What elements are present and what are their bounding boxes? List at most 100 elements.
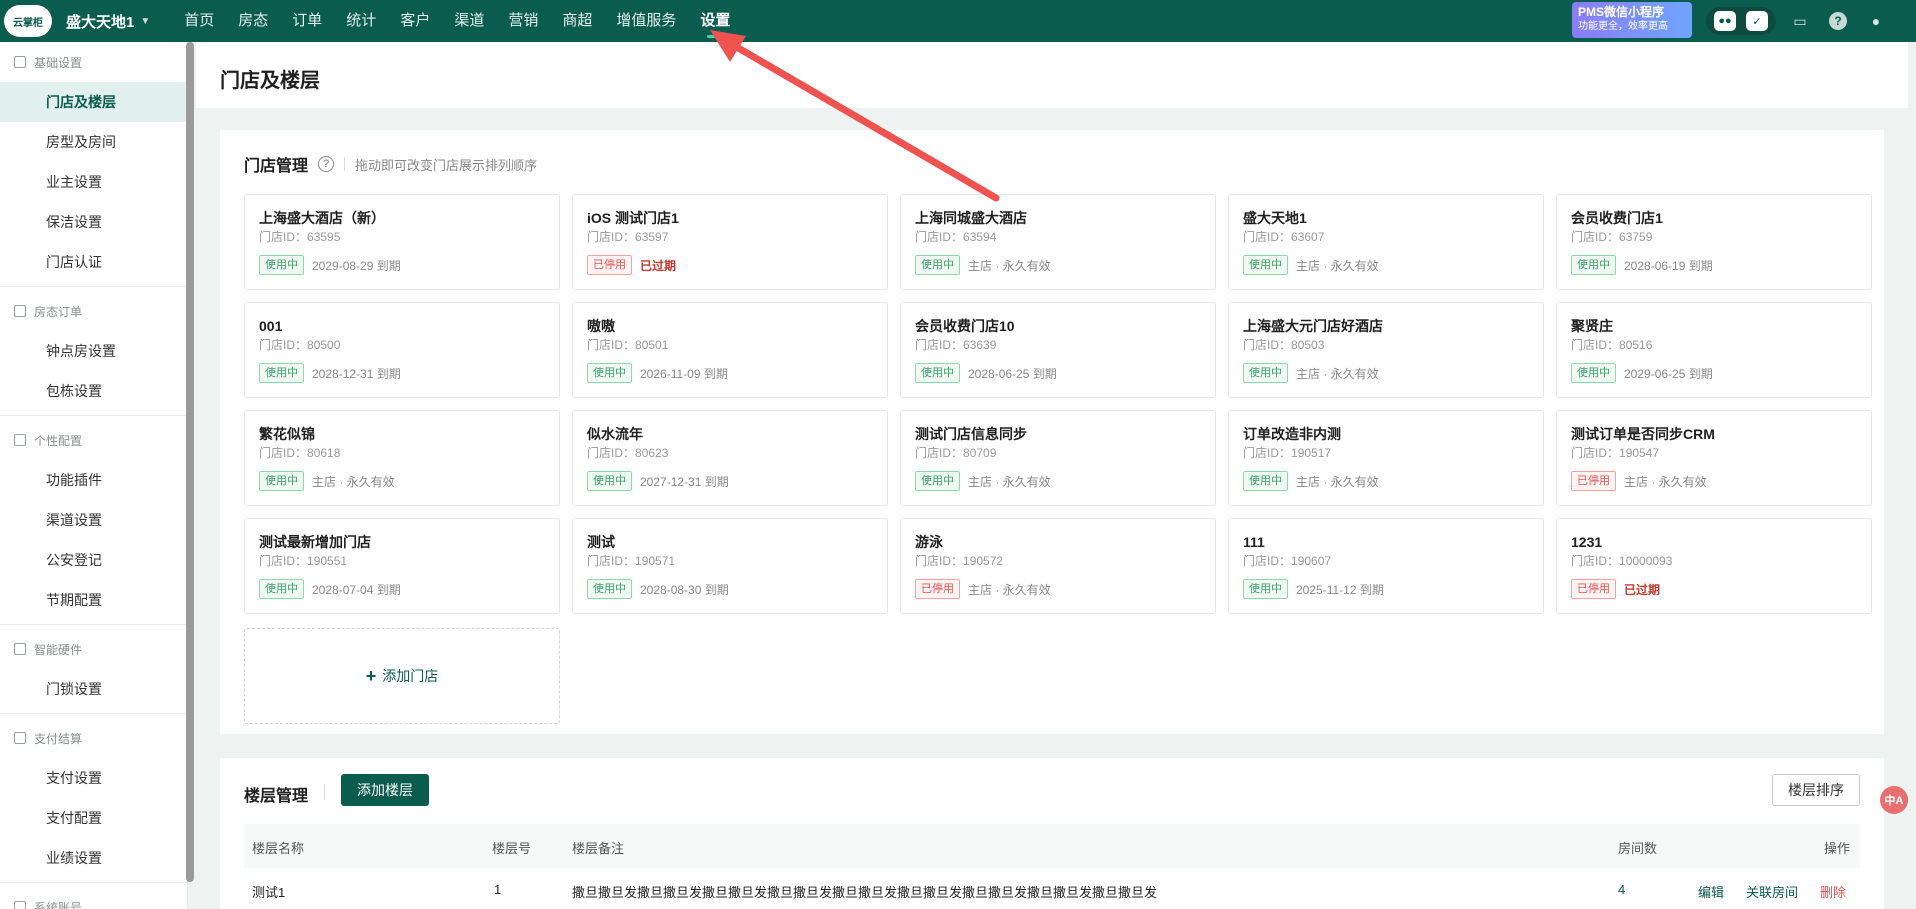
sidebar-item[interactable]: 公安登记 bbox=[0, 540, 187, 580]
sidebar-item[interactable]: 业主设置 bbox=[0, 162, 187, 202]
nav-item-9[interactable]: 设置 bbox=[688, 0, 742, 42]
sidebar-item[interactable]: 门店及楼层 bbox=[0, 82, 187, 122]
checklist-icon[interactable]: ✓ bbox=[1746, 11, 1768, 31]
store-card[interactable]: 上海盛大元门店好酒店 门店ID：80503 使用中 主店 · 永久有效 bbox=[1228, 302, 1544, 398]
store-status-row: 使用中 2027-12-31 到期 bbox=[587, 471, 873, 491]
status-badge: 使用中 bbox=[1243, 255, 1288, 275]
status-badge: 使用中 bbox=[259, 255, 304, 275]
nav-item-0[interactable]: 首页 bbox=[172, 0, 226, 42]
sidebar-group-label: 房态订单 bbox=[34, 304, 83, 319]
sidebar-group-label: 基础设置 bbox=[34, 55, 83, 70]
store-status-row: 使用中 主店 · 永久有效 bbox=[259, 471, 545, 491]
translate-icon[interactable]: 中A bbox=[1880, 786, 1908, 814]
delete-floor-link[interactable]: 删除 bbox=[1820, 882, 1846, 901]
sidebar-group-label: 个性配置 bbox=[34, 433, 83, 448]
store-card[interactable]: 1231 门店ID：10000093 已停用 已过期 bbox=[1556, 518, 1872, 614]
store-card[interactable]: 上海同城盛大酒店 门店ID：63594 使用中 主店 · 永久有效 bbox=[900, 194, 1216, 290]
store-card[interactable]: 会员收费门店10 门店ID：63639 使用中 2028-06-25 到期 bbox=[900, 302, 1216, 398]
sidebar-item[interactable]: 渠道设置 bbox=[0, 500, 187, 540]
group-icon bbox=[14, 56, 26, 68]
sidebar-group-title: 个性配置 bbox=[0, 420, 187, 460]
sidebar-item[interactable]: 保洁设置 bbox=[0, 202, 187, 242]
store-card[interactable]: 上海盛大酒店（新） 门店ID：63595 使用中 2029-08-29 到期 bbox=[244, 194, 560, 290]
nav-item-3[interactable]: 统计 bbox=[334, 0, 388, 42]
sidebar-item[interactable]: 包栋设置 bbox=[0, 371, 187, 411]
store-status-row: 已停用 已过期 bbox=[587, 255, 873, 275]
store-card[interactable]: 盛大天地1 门店ID：63607 使用中 主店 · 永久有效 bbox=[1228, 194, 1544, 290]
store-card[interactable]: 嗷嗷 门店ID：80501 使用中 2026-11-09 到期 bbox=[572, 302, 888, 398]
sidebar-item[interactable]: 房型及房间 bbox=[0, 122, 187, 162]
store-card[interactable]: 订单改造非内测 门店ID：190517 使用中 主店 · 永久有效 bbox=[1228, 410, 1544, 506]
sidebar-divider bbox=[0, 882, 187, 883]
nav-item-7[interactable]: 商超 bbox=[550, 0, 604, 42]
store-card[interactable]: 会员收费门店1 门店ID：63759 使用中 2028-06-19 到期 bbox=[1556, 194, 1872, 290]
store-id-value: 80503 bbox=[1291, 338, 1325, 352]
store-card[interactable]: 聚贤庄 门店ID：80516 使用中 2029-06-25 到期 bbox=[1556, 302, 1872, 398]
sidebar-item[interactable]: 钟点房设置 bbox=[0, 331, 187, 371]
store-card[interactable]: 111 门店ID：190607 使用中 2025-11-12 到期 bbox=[1228, 518, 1544, 614]
nav-item-6[interactable]: 营销 bbox=[496, 0, 550, 42]
robot-icon[interactable]: ●● bbox=[1714, 11, 1736, 31]
link-rooms-link[interactable]: 关联房间 bbox=[1746, 882, 1798, 901]
store-status-row: 使用中 2028-07-04 到期 bbox=[259, 579, 545, 599]
help-icon[interactable]: ? bbox=[1824, 7, 1852, 35]
store-id-label: 门店ID： bbox=[259, 446, 308, 460]
store-card[interactable]: 001 门店ID：80500 使用中 2028-12-31 到期 bbox=[244, 302, 560, 398]
sidebar-item[interactable]: 业绩设置 bbox=[0, 838, 187, 878]
store-card[interactable]: 测试订单是否同步CRM 门店ID：190547 已停用 主店 · 永久有效 bbox=[1556, 410, 1872, 506]
expiry-text: 主店 · 永久有效 bbox=[968, 258, 1051, 273]
user-icon[interactable]: ● bbox=[1862, 7, 1890, 35]
store-card[interactable]: 测试 门店ID：190571 使用中 2028-08-30 到期 bbox=[572, 518, 888, 614]
store-status-row: 使用中 主店 · 永久有效 bbox=[1243, 255, 1529, 275]
nav-item-4[interactable]: 客户 bbox=[388, 0, 442, 42]
store-id-value: 80516 bbox=[1619, 338, 1653, 352]
store-card[interactable]: 游泳 门店ID：190572 已停用 主店 · 永久有效 bbox=[900, 518, 1216, 614]
sort-floors-button[interactable]: 楼层排序 bbox=[1772, 774, 1860, 806]
store-id-label: 门店ID： bbox=[1571, 338, 1620, 352]
page-header: 门店及楼层 bbox=[196, 42, 1908, 108]
miniprogram-promo[interactable]: PMS微信小程序 功能更全，效率更高 bbox=[1572, 2, 1692, 38]
sidebar-group-label: 支付结算 bbox=[34, 731, 83, 746]
sidebar-group-label: 系统账号 bbox=[34, 900, 83, 909]
store-card[interactable]: 繁花似锦 门店ID：80618 使用中 主店 · 永久有效 bbox=[244, 410, 560, 506]
expiry-text: 2029-08-29 到期 bbox=[312, 258, 401, 273]
expiry-text: 主店 · 永久有效 bbox=[1296, 474, 1379, 489]
sidebar-item[interactable]: 节期配置 bbox=[0, 580, 187, 620]
sidebar-item[interactable]: 功能插件 bbox=[0, 460, 187, 500]
divider bbox=[344, 157, 346, 171]
message-icon[interactable]: ▭ bbox=[1786, 7, 1814, 35]
store-card[interactable]: iOS 测试门店1 门店ID：63597 已停用 已过期 bbox=[572, 194, 888, 290]
sidebar-item[interactable]: 支付设置 bbox=[0, 758, 187, 798]
add-store-button[interactable]: + 添加门店 bbox=[244, 628, 560, 724]
promo-title: PMS微信小程序 bbox=[1578, 5, 1665, 19]
help-circle-icon[interactable]: ? bbox=[318, 156, 335, 172]
top-navbar: 云掌柜 盛大天地1 ▼ 首页 房态 订单 统计 客户 渠道 营销 商超 增值服务 设置 PMS微信… bbox=[0, 0, 1916, 42]
nav-item-2[interactable]: 订单 bbox=[280, 0, 334, 42]
add-floor-button[interactable]: 添加楼层 bbox=[341, 774, 429, 806]
store-name: 测试订单是否同步CRM bbox=[1571, 426, 1715, 442]
store-name: 嗷嗷 bbox=[587, 318, 615, 334]
room-count-link[interactable]: 4 bbox=[1618, 882, 1625, 897]
sidebar-item[interactable]: 门锁设置 bbox=[0, 669, 187, 709]
app-logo[interactable]: 云掌柜 bbox=[4, 5, 52, 37]
nav-item-8[interactable]: 增值服务 bbox=[604, 0, 688, 42]
sidebar-item[interactable]: 门店认证 bbox=[0, 242, 187, 282]
sidebar-group-title: 智能硬件 bbox=[0, 629, 187, 669]
store-card[interactable]: 测试门店信息同步 门店ID：80709 使用中 主店 · 永久有效 bbox=[900, 410, 1216, 506]
group-icon bbox=[14, 434, 26, 446]
sidebar-divider bbox=[0, 624, 187, 625]
expiry-text: 2029-06-25 到期 bbox=[1624, 366, 1713, 381]
add-store-label: 添加门店 bbox=[382, 668, 439, 684]
store-switcher[interactable]: 盛大天地1 ▼ bbox=[66, 11, 150, 32]
edit-floor-link[interactable]: 编辑 bbox=[1698, 882, 1724, 901]
sidebar-item[interactable]: 支付配置 bbox=[0, 798, 187, 838]
store-id-value: 10000093 bbox=[1619, 554, 1673, 568]
status-badge: 使用中 bbox=[915, 255, 960, 275]
store-card[interactable]: 测试最新增加门店 门店ID：190551 使用中 2028-07-04 到期 bbox=[244, 518, 560, 614]
nav-item-5[interactable]: 渠道 bbox=[442, 0, 496, 42]
nav-item-1[interactable]: 房态 bbox=[226, 0, 280, 42]
store-card[interactable]: 似水流年 门店ID：80623 使用中 2027-12-31 到期 bbox=[572, 410, 888, 506]
sidebar-scrollbar[interactable] bbox=[186, 42, 194, 882]
col-floor-name: 楼层名称 bbox=[252, 841, 305, 856]
store-name: 测试门店信息同步 bbox=[915, 426, 1027, 442]
